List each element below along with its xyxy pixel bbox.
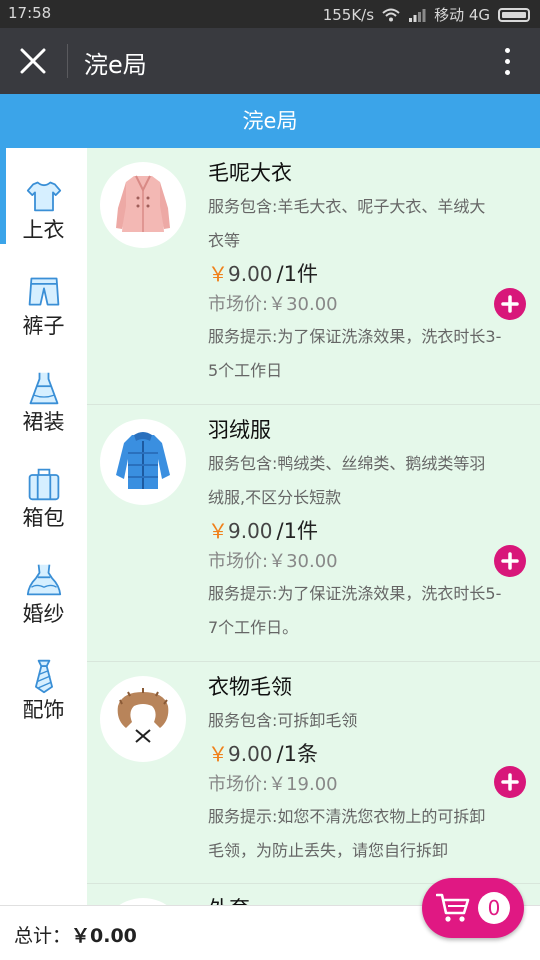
product-info: 羽绒服 服务包含:鸭绒类、丝绵类、鹅绒类等羽 绒服,不区分长短款 ￥9.00/1… <box>208 413 530 645</box>
fur-collar-image <box>117 688 169 743</box>
product-name: 羽绒服 <box>208 418 271 442</box>
cart-count-badge: 0 <box>478 892 510 924</box>
service-tip: 7个工作日。 <box>208 618 299 637</box>
product-desc: 绒服,不区分长短款 <box>208 488 342 507</box>
service-tip: 服务提示:为了保证洗涤效果，洗衣时长5- <box>208 584 502 603</box>
product-image <box>100 419 186 505</box>
wedding-dress-icon <box>26 564 61 596</box>
cart-button[interactable]: 0 <box>422 878 524 938</box>
more-dot-icon <box>504 47 510 53</box>
product-image <box>100 162 186 248</box>
sidebar-item-bags[interactable]: 箱包 <box>0 436 87 532</box>
close-button[interactable] <box>14 42 52 80</box>
nav-title: 浣e局 <box>84 51 147 79</box>
network-speed: 155K/s <box>322 5 375 24</box>
more-dot-icon <box>504 58 510 64</box>
product-price: 9.00 <box>228 742 273 766</box>
sidebar-item-accessories[interactable]: 配饰 <box>0 628 87 724</box>
yen-symbol: ￥ <box>208 519 228 543</box>
product-card: 羽绒服 服务包含:鸭绒类、丝绵类、鹅绒类等羽 绒服,不区分长短款 ￥9.00/1… <box>87 405 540 662</box>
sidebar-item-wedding[interactable]: 婚纱 <box>0 532 87 628</box>
price-row: ￥9.00/1件 <box>208 260 530 290</box>
plus-icon <box>501 552 519 570</box>
product-card: 衣物毛领 服务包含:可拆卸毛领 ￥9.00/1条 市场价:￥19.00 服务提示… <box>87 662 540 884</box>
plus-icon <box>501 773 519 791</box>
sidebar-item-label: 裤子 <box>22 314 65 338</box>
product-info: 衣物毛领 服务包含:可拆卸毛领 ￥9.00/1条 市场价:￥19.00 服务提示… <box>208 670 530 868</box>
total-label: 总计： <box>14 925 72 947</box>
market-price: 市场价:￥30.00 <box>208 294 338 315</box>
status-time: 17:58 <box>8 4 52 22</box>
product-unit: /1件 <box>276 519 318 543</box>
service-tip: 5个工作日 <box>208 361 283 380</box>
sidebar-item-tops[interactable]: 上衣 <box>0 148 87 244</box>
product-unit: /1条 <box>276 742 318 766</box>
sidebar-item-label: 裙装 <box>22 410 65 434</box>
add-to-cart-button[interactable] <box>494 288 526 320</box>
service-tip: 服务提示:如您不清洗您衣物上的可拆卸 <box>208 807 486 826</box>
product-image <box>100 898 186 905</box>
wifi-icon <box>382 8 400 21</box>
coat-image <box>116 175 170 232</box>
market-price: 市场价:￥30.00 <box>208 551 338 572</box>
service-tip: 毛领，为防止丢失，请您自行拆卸 <box>208 841 449 860</box>
service-tip: 服务提示:为了保证洗涤效果，洗衣时长3- <box>208 327 502 346</box>
plus-icon <box>501 295 519 313</box>
product-desc: 服务包含:鸭绒类、丝绵类、鹅绒类等羽 <box>208 454 486 473</box>
shirt-icon <box>26 181 61 212</box>
product-desc: 衣等 <box>208 231 241 250</box>
down-jacket-image <box>116 432 170 489</box>
sidebar-item-dresses[interactable]: 裙装 <box>0 340 87 436</box>
product-desc: 服务包含:可拆卸毛领 <box>208 711 358 730</box>
status-bar: 17:58 155K/s 移动 4G <box>0 0 540 28</box>
tie-icon <box>34 659 53 694</box>
product-name: 衣物毛领 <box>208 675 292 699</box>
sidebar-item-label: 箱包 <box>22 506 65 530</box>
more-button[interactable] <box>488 42 526 80</box>
sidebar-item-label: 婚纱 <box>22 602 65 626</box>
more-dot-icon <box>504 69 510 75</box>
product-image <box>100 676 186 762</box>
carrier: 移动 4G <box>434 6 490 24</box>
add-to-cart-button[interactable] <box>494 766 526 798</box>
product-price: 9.00 <box>228 519 273 543</box>
status-right: 155K/s 移动 4G <box>323 4 530 25</box>
yen-symbol: ￥ <box>208 262 228 286</box>
sidebar-item-label: 配饰 <box>22 698 65 722</box>
product-desc: 服务包含:羊毛大衣、呢子大衣、羊绒大 <box>208 197 486 216</box>
product-list: 毛呢大衣 服务包含:羊毛大衣、呢子大衣、羊绒大 衣等 ￥9.00/1件 市场价:… <box>87 148 540 905</box>
page-header: 浣e局 <box>0 94 540 148</box>
product-price: 9.00 <box>228 262 273 286</box>
nav-divider <box>67 44 68 78</box>
product-card: 毛呢大衣 服务包含:羊毛大衣、呢子大衣、羊绒大 衣等 ￥9.00/1件 市场价:… <box>87 148 540 405</box>
yen-symbol: ￥ <box>208 742 228 766</box>
total-value: ￥0.00 <box>71 925 137 947</box>
dress-icon <box>29 372 58 405</box>
product-name: 毛呢大衣 <box>208 161 292 185</box>
product-unit: /1件 <box>276 262 318 286</box>
price-row: ￥9.00/1条 <box>208 740 530 770</box>
category-sidebar: 上衣 裤子 裙装 箱包 婚纱 配饰 <box>0 148 87 905</box>
pants-icon <box>28 277 59 306</box>
nav-bar: 浣e局 <box>0 28 540 94</box>
sidebar-item-label: 上衣 <box>22 218 65 242</box>
bag-icon <box>28 468 59 501</box>
price-row: ￥9.00/1件 <box>208 517 530 547</box>
market-price: 市场价:￥19.00 <box>208 774 338 795</box>
close-icon <box>20 48 46 74</box>
active-indicator <box>0 148 6 244</box>
shopping-cart-icon <box>436 893 470 922</box>
add-to-cart-button[interactable] <box>494 545 526 577</box>
sidebar-item-pants[interactable]: 裤子 <box>0 244 87 340</box>
signal-icon <box>409 8 426 22</box>
total-summary: 总计：￥0.00 <box>14 921 137 948</box>
battery-icon <box>498 7 530 22</box>
product-info: 毛呢大衣 服务包含:羊毛大衣、呢子大衣、羊绒大 衣等 ￥9.00/1件 市场价:… <box>208 156 530 388</box>
